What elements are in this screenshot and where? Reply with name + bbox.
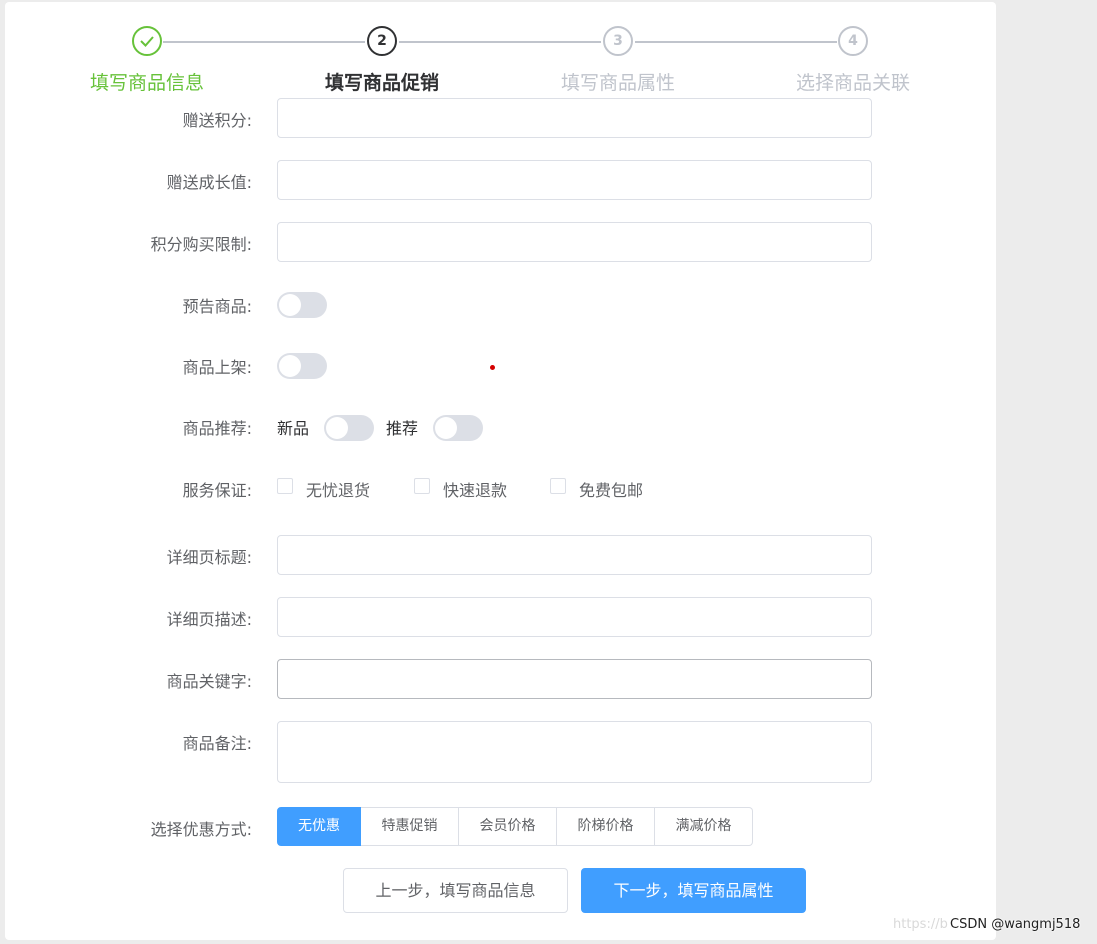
detail-title-label: 详细页标题:	[166, 548, 252, 567]
keywords-label: 商品关键字:	[166, 672, 252, 691]
service-label: 服务保证:	[182, 481, 252, 500]
publish-switch[interactable]	[277, 353, 327, 379]
step-connector-2	[399, 41, 601, 43]
service-checkbox-2[interactable]	[414, 478, 430, 494]
step-3-number: 3	[603, 26, 633, 56]
step-3-title: 填写商品属性	[560, 72, 675, 94]
detail-desc-label: 详细页描述:	[166, 610, 252, 629]
gift-growth-input[interactable]	[277, 160, 872, 200]
step-connector-1	[163, 41, 365, 43]
step-4-title: 选择商品关联	[795, 72, 910, 94]
service-option-1[interactable]: 无忧退货	[306, 477, 370, 501]
keywords-input[interactable]	[277, 659, 872, 699]
form-panel	[5, 2, 996, 940]
recommend-new-switch[interactable]	[324, 415, 374, 441]
preview-switch[interactable]	[277, 292, 327, 318]
watermark-url: https://b	[893, 917, 948, 932]
step-4-number: 4	[838, 26, 868, 56]
promo-option-special[interactable]: 特惠促销	[361, 807, 459, 846]
detail-desc-input[interactable]	[277, 597, 872, 637]
gift-growth-label: 赠送成长值:	[166, 173, 252, 192]
recommend-hot-label: 推荐	[386, 419, 419, 438]
recommend-label: 商品推荐:	[182, 419, 252, 438]
promo-option-ladder[interactable]: 阶梯价格	[557, 807, 655, 846]
points-limit-label: 积分购买限制:	[150, 235, 252, 254]
note-label: 商品备注:	[182, 734, 252, 753]
promo-radio-group: 无优惠 特惠促销 会员价格 阶梯价格 满减价格	[277, 807, 753, 846]
switch-knob	[279, 355, 301, 377]
service-checkbox-3[interactable]	[550, 478, 566, 494]
recommend-new-label: 新品	[277, 419, 310, 438]
promo-option-fullreduce[interactable]: 满减价格	[655, 807, 753, 846]
service-option-3[interactable]: 免费包邮	[579, 477, 643, 501]
promo-option-none[interactable]: 无优惠	[277, 807, 361, 846]
detail-title-input[interactable]	[277, 535, 872, 575]
recommend-hot-switch[interactable]	[433, 415, 483, 441]
watermark: CSDN @wangmj518	[950, 917, 1081, 932]
step-2-title: 填写商品促销	[324, 72, 439, 94]
service-checkbox-1[interactable]	[277, 478, 293, 494]
promo-label: 选择优惠方式:	[150, 820, 252, 839]
switch-knob	[326, 417, 348, 439]
note-textarea[interactable]	[277, 721, 872, 783]
step-connector-3	[635, 41, 837, 43]
publish-label: 商品上架:	[182, 358, 252, 377]
step-1-title: 填写商品信息	[89, 72, 204, 94]
gift-points-label: 赠送积分:	[182, 111, 252, 130]
switch-knob	[279, 294, 301, 316]
cursor-dot	[490, 365, 495, 370]
step-2-number: 2	[367, 26, 397, 56]
service-option-2[interactable]: 快速退款	[443, 477, 507, 501]
next-step-button[interactable]: 下一步，填写商品属性	[581, 868, 806, 913]
promo-option-member[interactable]: 会员价格	[459, 807, 557, 846]
switch-knob	[435, 417, 457, 439]
points-limit-input[interactable]	[277, 222, 872, 262]
prev-step-button[interactable]: 上一步，填写商品信息	[343, 868, 568, 913]
preview-label: 预告商品:	[182, 297, 252, 316]
check-icon	[132, 26, 162, 56]
gift-points-input[interactable]	[277, 98, 872, 138]
